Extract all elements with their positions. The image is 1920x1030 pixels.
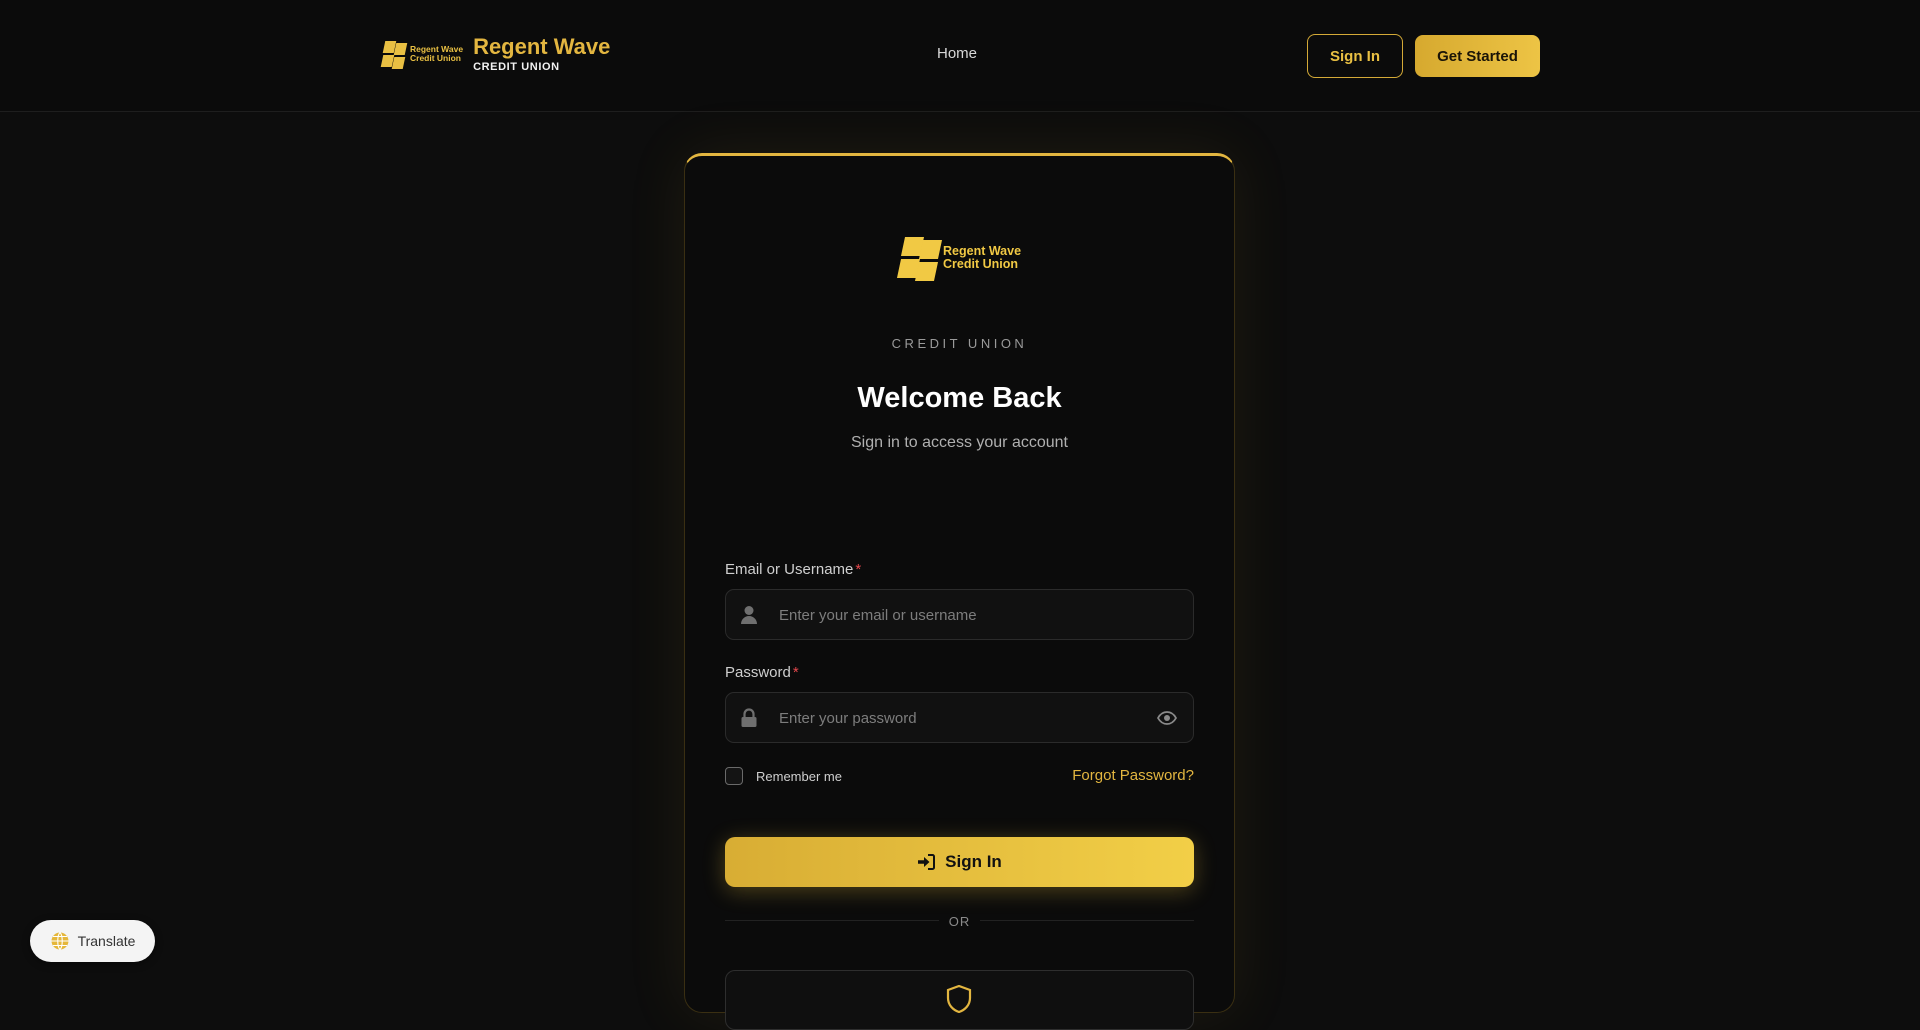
remember-me: Remember me (725, 767, 842, 785)
logo-line-2: Credit Union (410, 53, 461, 63)
shield-icon (946, 985, 972, 1013)
lock-icon (741, 708, 757, 727)
password-label: Password * (725, 664, 799, 681)
card-eyebrow: CREDIT UNION (891, 336, 1028, 351)
sign-in-submit-button[interactable]: Sign In (725, 837, 1194, 887)
brand-logo[interactable]: Regent Wave Credit Union Regent Wave CRE… (380, 34, 610, 74)
top-navbar: Regent Wave Credit Union Regent Wave CRE… (0, 0, 1920, 112)
header-sign-in-button[interactable]: Sign In (1307, 34, 1403, 78)
page-title: Welcome Back (857, 382, 1062, 414)
required-marker: * (792, 664, 799, 681)
translate-label: Translate (77, 933, 136, 949)
email-label-text: Email or Username (725, 561, 854, 578)
user-icon (741, 606, 757, 624)
email-label: Email or Username * (725, 561, 861, 578)
brand-subtitle: CREDIT UNION (473, 61, 560, 73)
brand-mark-icon (895, 235, 943, 281)
login-card: Regent Wave Credit Union CREDIT UNION We… (684, 153, 1235, 1030)
password-label-text: Password (725, 664, 791, 681)
forgot-password-link[interactable]: Forgot Password? (1072, 767, 1194, 784)
or-label: OR (938, 914, 981, 929)
required-marker: * (855, 561, 862, 578)
email-field (725, 589, 1194, 641)
card-logo-wordmark: Regent Wave Credit Union (943, 245, 1021, 271)
logo-wordmark: Regent Wave Credit Union (410, 45, 463, 63)
page-subtitle: Sign in to access your account (850, 434, 1068, 451)
email-input[interactable] (777, 590, 1141, 641)
sign-in-submit-label: Sign In (945, 852, 1002, 871)
globe-icon (51, 932, 69, 950)
brand-text: Regent Wave CREDIT UNION (473, 34, 611, 74)
sign-in-icon (918, 854, 936, 870)
remember-me-label[interactable]: Remember me (756, 769, 842, 784)
nav-home-link[interactable]: Home (937, 45, 977, 62)
brand-mark-icon (380, 39, 408, 69)
or-divider: OR (685, 913, 1234, 931)
translate-button[interactable]: Translate (30, 920, 155, 962)
card-logo-line-2: Credit Union (943, 257, 1018, 271)
eye-icon[interactable] (1157, 709, 1177, 727)
card-logo: Regent Wave Credit Union (895, 235, 1021, 281)
brand-name: Regent Wave (473, 34, 611, 59)
remember-me-checkbox[interactable] (725, 767, 743, 785)
password-field (725, 692, 1194, 744)
alternative-sign-in-option[interactable] (725, 970, 1194, 1030)
get-started-button[interactable]: Get Started (1415, 35, 1540, 77)
password-input[interactable] (777, 693, 1141, 744)
